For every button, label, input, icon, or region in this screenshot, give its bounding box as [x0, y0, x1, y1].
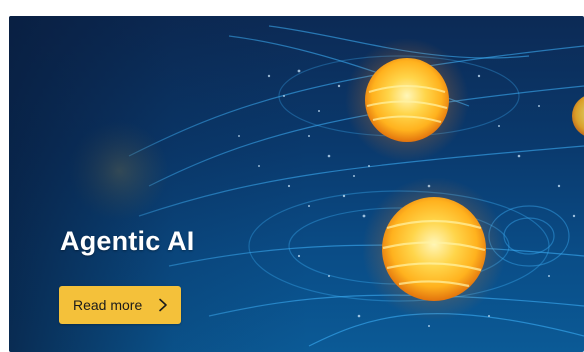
orb-top	[365, 58, 449, 142]
hero-title: Agentic AI	[60, 226, 195, 256]
orb-bottom	[382, 197, 486, 301]
hero-card: Agentic AI Read more	[9, 16, 584, 352]
chevron-right-icon	[159, 298, 168, 312]
read-more-label: Read more	[73, 297, 143, 313]
read-more-button[interactable]: Read more	[59, 286, 181, 324]
